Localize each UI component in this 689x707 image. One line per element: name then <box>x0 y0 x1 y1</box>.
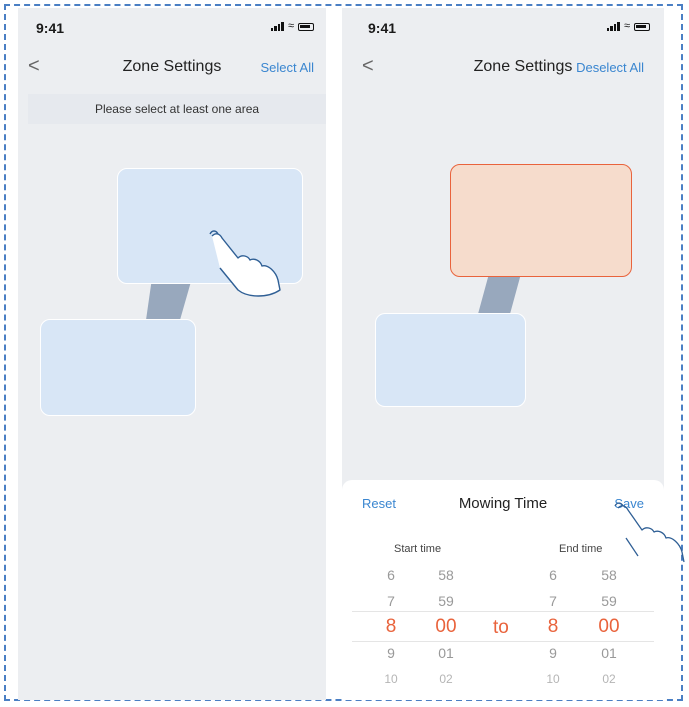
screen-mowing-time: 9:41 ≈ < Zone Settings Deselect All Rese… <box>342 8 664 700</box>
wheel-item: 10 <box>546 672 560 686</box>
screen-zone-select: 9:41 ≈ < Zone Settings Select All Please… <box>18 8 326 700</box>
to-label: to <box>493 617 509 638</box>
wheel-item: 9 <box>387 645 395 661</box>
tap-hand-icon <box>614 502 685 563</box>
wheel-item: 7 <box>549 593 557 609</box>
start-hour-wheel[interactable]: 6 7 8 9 10 <box>371 562 411 692</box>
end-minute-wheel[interactable]: 58 59 00 01 02 <box>589 562 629 692</box>
wheel-item-selected: 00 <box>598 616 620 637</box>
zone-lower[interactable] <box>375 313 526 407</box>
wheel-item: 6 <box>387 567 395 583</box>
wheel-item: 58 <box>438 567 454 583</box>
zone-lower[interactable] <box>40 319 196 416</box>
start-minute-wheel[interactable]: 58 59 00 01 02 <box>426 562 466 692</box>
end-time-label: End time <box>559 543 603 555</box>
tap-hand-icon <box>209 230 281 297</box>
wheel-item: 59 <box>601 593 617 609</box>
wheel-item: 10 <box>384 672 398 686</box>
wheel-item: 59 <box>438 593 454 609</box>
wheel-item: 7 <box>387 593 395 609</box>
wheel-item: 01 <box>438 645 454 661</box>
wheel-item: 02 <box>439 672 453 686</box>
wheel-item: 6 <box>549 567 557 583</box>
wheel-item-selected: 00 <box>435 616 457 637</box>
wheel-item-selected: 8 <box>547 616 559 637</box>
start-time-label: Start time <box>394 543 442 555</box>
wheel-item: 01 <box>601 645 617 661</box>
wheel-item: 9 <box>549 645 557 661</box>
zone-upper-selected[interactable] <box>450 164 632 277</box>
wheel-item-selected: 8 <box>385 616 397 637</box>
end-hour-wheel[interactable]: 6 7 8 9 10 <box>533 562 573 692</box>
wheel-item: 02 <box>602 672 616 686</box>
